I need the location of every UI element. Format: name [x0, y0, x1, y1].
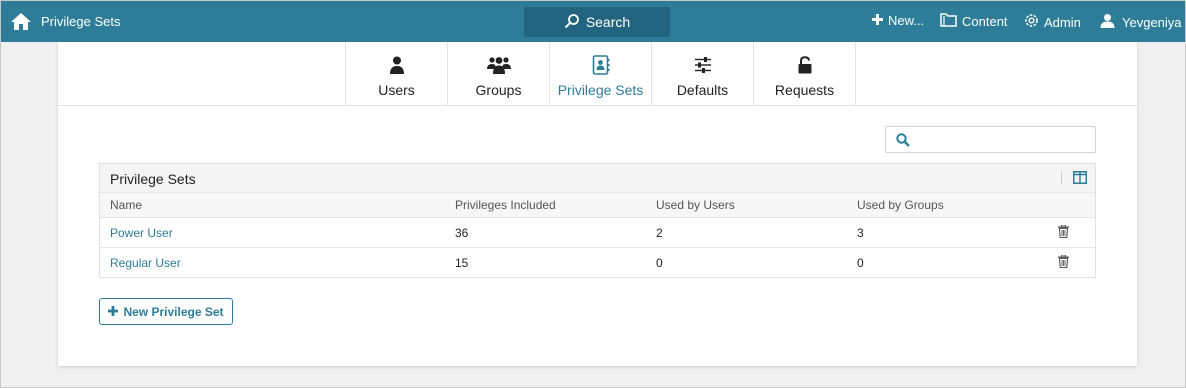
groups-count: 0 — [857, 256, 864, 270]
column-header-users[interactable]: Used by Users — [656, 198, 735, 212]
table-header-row: Name Privileges Included Used by Users U… — [100, 193, 1095, 218]
tab-groups[interactable]: Groups — [448, 42, 550, 106]
privileges-count: 36 — [455, 225, 469, 240]
tab-label: Defaults — [676, 82, 729, 98]
user-icon — [1100, 13, 1115, 31]
new-privilege-set-button[interactable]: New Privilege Set — [99, 298, 233, 325]
plus-icon — [872, 13, 883, 28]
home-icon[interactable] — [10, 11, 32, 31]
user-icon — [389, 54, 404, 76]
panel-header: Privilege Sets — [100, 164, 1095, 193]
admin-menu-label: Admin — [1044, 14, 1081, 30]
trash-icon[interactable] — [1058, 254, 1069, 271]
sliders-icon — [694, 54, 712, 76]
filter-input[interactable] — [918, 130, 1088, 150]
column-header-groups[interactable]: Used by Groups — [857, 198, 944, 212]
new-menu[interactable]: New... — [872, 13, 924, 28]
privilege-sets-icon — [592, 54, 610, 76]
column-header-privileges[interactable]: Privileges Included — [455, 198, 556, 212]
admin-menu[interactable]: Admin — [1024, 13, 1081, 31]
tab-label: Requests — [774, 82, 835, 98]
users-count: 2 — [656, 225, 663, 240]
unlock-icon — [798, 54, 812, 76]
privilege-set-link[interactable]: Power User — [110, 226, 173, 240]
groups-icon — [486, 54, 511, 76]
divider — [1061, 171, 1062, 185]
tab-defaults[interactable]: Defaults — [652, 42, 754, 106]
plus-icon — [108, 305, 119, 319]
main-card: Users Groups Privilege Sets Defaults Req… — [58, 42, 1137, 366]
gear-icon — [1024, 13, 1039, 31]
content-menu[interactable]: Content — [940, 13, 1008, 30]
new-privilege-set-label: New Privilege Set — [123, 304, 224, 319]
column-header-name[interactable]: Name — [110, 198, 142, 212]
columns-toggle-icon[interactable] — [1073, 171, 1087, 187]
table-row: Power User 36 2 3 — [100, 218, 1095, 248]
groups-count: 3 — [857, 225, 864, 240]
privilege-set-link[interactable]: Regular User — [110, 256, 181, 270]
privileges-count: 15 — [455, 256, 469, 270]
folder-icon — [940, 13, 957, 30]
filter-box — [885, 126, 1096, 153]
new-menu-label: New... — [888, 13, 925, 28]
search-icon — [564, 13, 580, 32]
tab-privilege-sets[interactable]: Privilege Sets — [550, 42, 652, 106]
content-menu-label: Content — [962, 14, 1008, 29]
search-label: Search — [585, 14, 631, 30]
search-icon — [896, 133, 910, 147]
tab-label: Groups — [475, 82, 522, 98]
top-bar: Privilege Sets Search New... Content Adm… — [1, 1, 1185, 42]
panel-title: Privilege Sets — [110, 171, 196, 187]
tab-requests[interactable]: Requests — [754, 42, 856, 106]
table-row: Regular User 15 0 0 — [100, 248, 1095, 278]
tab-label: Users — [378, 82, 415, 98]
tab-users[interactable]: Users — [346, 42, 448, 106]
user-name: Yevgeniya — [1122, 14, 1182, 30]
users-count: 0 — [656, 256, 663, 270]
search-button[interactable]: Search — [524, 7, 670, 37]
tab-strip: Users Groups Privilege Sets Defaults Req… — [58, 42, 1137, 106]
tab-label: Privilege Sets — [557, 82, 644, 98]
app-title: Privilege Sets — [41, 14, 121, 29]
user-menu[interactable]: Yevgeniya — [1100, 13, 1182, 31]
trash-icon[interactable] — [1058, 224, 1069, 241]
privilege-sets-panel: Privilege Sets Name Privileges Included … — [99, 163, 1096, 278]
